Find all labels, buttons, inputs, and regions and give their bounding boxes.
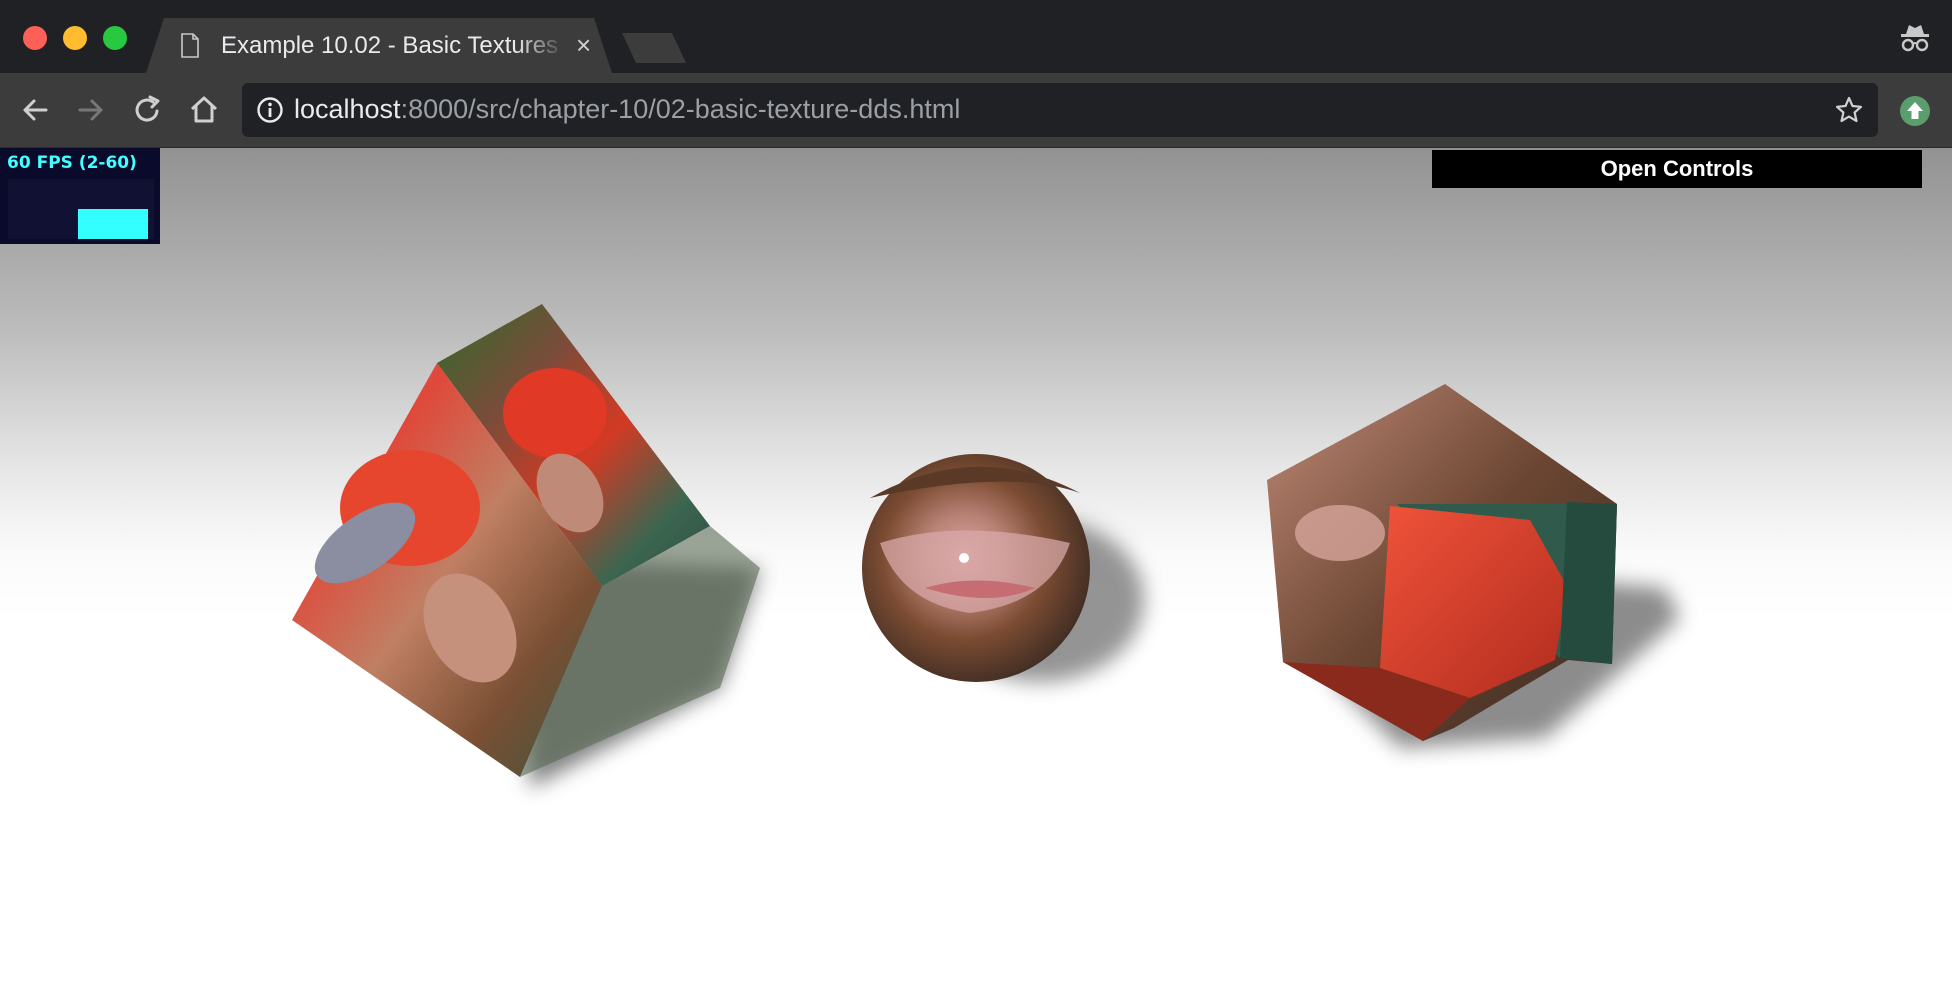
reload-icon[interactable]: [131, 93, 165, 127]
address-bar[interactable]: localhost:8000/src/chapter-10/02-basic-t…: [242, 83, 1878, 137]
url-path: :8000/src/chapter-10/02-basic-texture-dd…: [400, 94, 961, 124]
zoom-window-button[interactable]: [103, 26, 127, 50]
new-tab-button[interactable]: [622, 33, 686, 63]
fps-graph-bar: [78, 209, 148, 239]
webgl-viewport[interactable]: 60 FPS (2-60) Open Controls: [0, 148, 1952, 988]
url-host: localhost: [294, 94, 401, 124]
home-icon[interactable]: [187, 93, 221, 127]
fps-stats-panel[interactable]: 60 FPS (2-60): [0, 148, 160, 244]
file-icon: [181, 33, 199, 58]
fps-label: 60 FPS (2-60): [7, 153, 137, 173]
star-icon[interactable]: [1834, 95, 1864, 125]
close-window-button[interactable]: [23, 26, 47, 50]
title-bar: Example 10.02 - Basic Textures ×: [0, 0, 1952, 73]
extension-icon[interactable]: [1899, 95, 1931, 127]
url-text: localhost:8000/src/chapter-10/02-basic-t…: [294, 94, 960, 125]
textured-sphere: [862, 454, 1090, 682]
browser-toolbar: localhost:8000/src/chapter-10/02-basic-t…: [0, 73, 1952, 148]
open-controls-button[interactable]: Open Controls: [1432, 150, 1922, 188]
close-icon[interactable]: ×: [576, 30, 591, 60]
minimize-window-button[interactable]: [63, 26, 87, 50]
info-icon[interactable]: [256, 96, 284, 124]
back-icon[interactable]: [18, 93, 52, 127]
forward-icon[interactable]: [74, 93, 108, 127]
tab-title: Example 10.02 - Basic Textures: [221, 32, 559, 59]
textured-cube: [292, 304, 760, 777]
scene-canvas: [292, 304, 1680, 788]
incognito-icon: [1901, 25, 1929, 52]
fps-graph: [8, 179, 154, 239]
browser-tab[interactable]: Example 10.02 - Basic Textures ×: [146, 18, 612, 73]
